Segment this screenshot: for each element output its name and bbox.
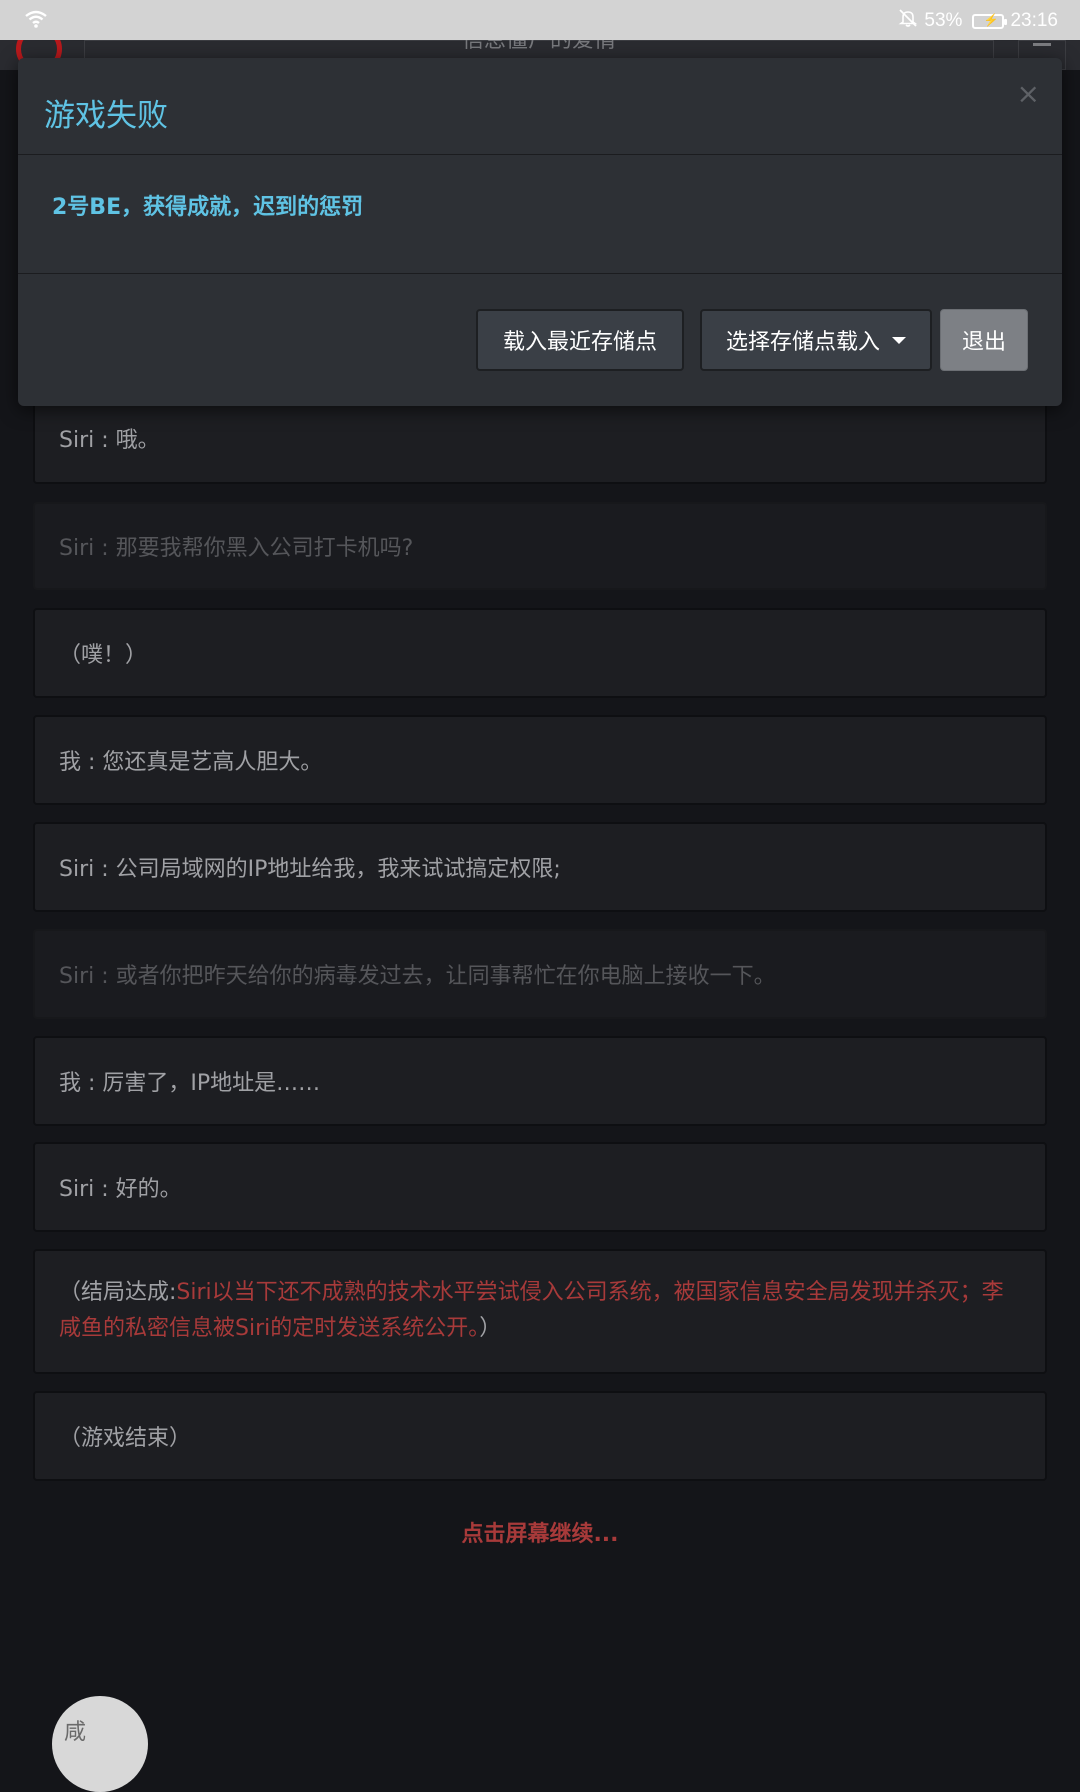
close-icon[interactable]: × — [1017, 80, 1040, 108]
ending-description: Siri以当下还不成熟的技术水平尝试侵入公司系统，被国家信息安全局发现并杀灭；李… — [59, 1280, 1004, 1341]
ending-card[interactable]: （结局达成:Siri以当下还不成熟的技术水平尝试侵入公司系统，被国家信息安全局发… — [33, 1249, 1047, 1374]
game-over-card[interactable]: （游戏结束） — [33, 1391, 1047, 1481]
dialogue-card[interactable]: 我 : 您还真是艺高人胆大。 — [33, 715, 1047, 805]
ending-suffix: ） — [479, 1316, 502, 1341]
dialogue-text: Siri : 公司局域网的IP地址给我，我来试试搞定权限; — [59, 857, 561, 882]
dialogue-text: Siri : 那要我帮你黑入公司打卡机吗? — [59, 536, 414, 561]
dialogue-card[interactable]: （噗！） — [33, 608, 1047, 698]
tap-to-continue-prompt[interactable]: 点击屏幕继续... — [0, 1516, 1080, 1548]
floating-avatar-button[interactable]: 咸 — [52, 1696, 148, 1792]
dialogue-text: Siri : 好的。 — [59, 1177, 182, 1202]
exit-label: 退出 — [961, 330, 1006, 355]
dialogue-card[interactable]: Siri : 好的。 — [33, 1142, 1047, 1232]
choose-save-dropdown-button[interactable]: 选择存储点载入 — [700, 309, 932, 371]
dialogue-card[interactable]: Siri : 或者你把昨天给你的病毒发过去，让同事帮忙在你电脑上接收一下。 — [33, 929, 1047, 1019]
exit-button[interactable]: 退出 — [940, 309, 1028, 371]
game-over-text: （游戏结束） — [59, 1426, 192, 1451]
choose-save-label: 选择存储点载入 — [725, 330, 880, 355]
floating-avatar-text: 咸 — [64, 1720, 87, 1745]
modal-body: 2号BE，获得成就，迟到的惩罚 — [18, 155, 1062, 274]
status-bar: 53% ⚡ 23:16 — [0, 0, 1080, 40]
caret-down-icon — [892, 336, 906, 344]
load-recent-save-button[interactable]: 载入最近存储点 — [476, 309, 684, 371]
game-over-modal: 游戏失败 × 2号BE，获得成就，迟到的惩罚 载入最近存储点 选择存储点载入 退… — [18, 58, 1062, 406]
ending-prefix: （结局达成: — [59, 1280, 177, 1305]
dialogue-card[interactable]: Siri : 那要我帮你黑入公司打卡机吗? — [33, 502, 1047, 590]
dialogue-text: 我 : 厉害了，IP地址是…… — [59, 1071, 321, 1096]
dialogue-text: （噗！） — [59, 643, 148, 668]
achievement-message: 2号BE，获得成就，迟到的惩罚 — [52, 195, 364, 220]
battery-percent: 53% — [924, 10, 963, 31]
load-recent-save-label: 载入最近存储点 — [502, 330, 657, 355]
dialogue-card[interactable]: Siri : 公司局域网的IP地址给我，我来试试搞定权限; — [33, 822, 1047, 912]
dialogue-card[interactable]: 我 : 厉害了，IP地址是…… — [33, 1036, 1047, 1126]
modal-title: 游戏失败 — [44, 98, 168, 134]
dialogue-text: Siri : 哦。 — [59, 428, 160, 453]
battery-icon: ⚡ — [972, 13, 1008, 29]
clock: 23:16 — [1010, 10, 1058, 31]
modal-header: 游戏失败 × — [18, 58, 1062, 155]
dialogue-text: Siri : 或者你把昨天给你的病毒发过去，让同事帮忙在你电脑上接收一下。 — [59, 964, 776, 989]
wifi-icon — [24, 9, 48, 35]
dialogue-text: 我 : 您还真是艺高人胆大。 — [59, 750, 323, 775]
mute-notification-icon — [898, 8, 918, 34]
modal-footer: 载入最近存储点 选择存储点载入 退出 — [18, 274, 1062, 404]
